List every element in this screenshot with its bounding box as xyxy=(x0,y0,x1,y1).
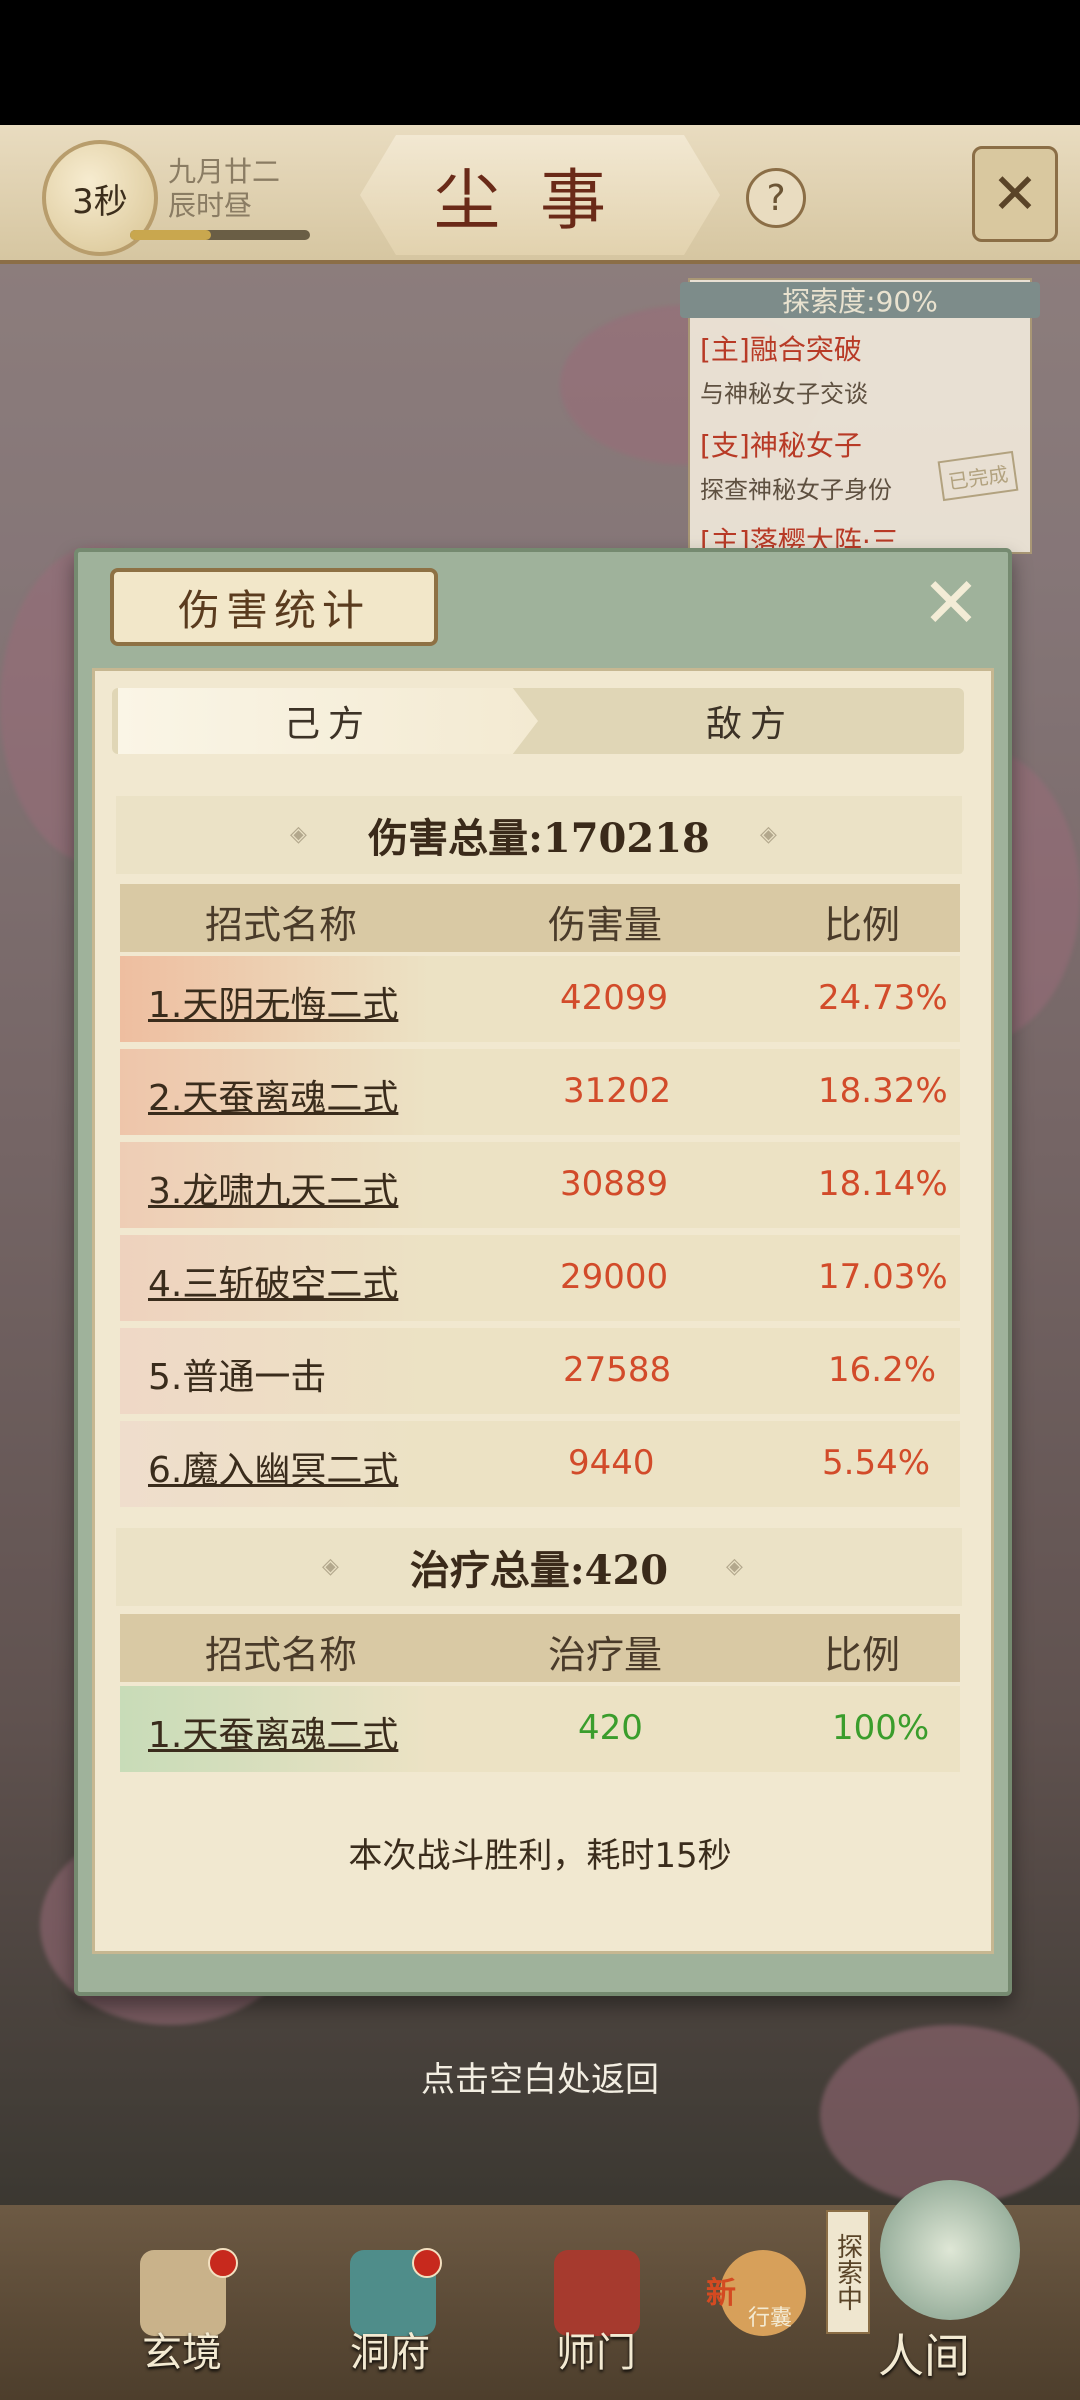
skill-name[interactable]: 3.龙啸九天二式 xyxy=(148,1162,398,1214)
column-header-amount: 治疗量 xyxy=(548,1633,663,1677)
new-badge: 新 xyxy=(706,2276,736,2311)
heal-ratio: 100% xyxy=(832,1708,930,1748)
skill-name[interactable]: 1.天阴无悔二式 xyxy=(148,976,398,1028)
column-header-ratio: 比例 xyxy=(824,1633,901,1677)
renjian-icon xyxy=(880,2180,1020,2320)
skill-name: 5.普通一击 xyxy=(148,1357,327,1398)
battle-result-text: 本次战斗胜利，耗时15秒 xyxy=(348,1836,732,1876)
damage-amount: 9440 xyxy=(568,1443,655,1483)
notification-dot xyxy=(208,2248,238,2278)
diamond-icon: ◈ xyxy=(290,822,307,847)
diamond-icon: ◈ xyxy=(760,822,777,847)
tap-to-return-hint[interactable]: 点击空白处返回 xyxy=(0,2052,1080,2101)
damage-ratio: 17.03% xyxy=(818,1257,948,1297)
diamond-icon: ◈ xyxy=(322,1554,339,1579)
damage-amount: 31202 xyxy=(563,1071,672,1111)
bag-label: 行囊 xyxy=(748,2306,793,2331)
skill-name[interactable]: 2.天蚕离魂二式 xyxy=(148,1069,398,1121)
tab-own-side[interactable]: 己方 xyxy=(118,688,538,754)
notification-dot xyxy=(412,2248,442,2278)
nav-shimen[interactable]: 师门 xyxy=(556,2320,636,2378)
skill-name[interactable]: 6.魔入幽冥二式 xyxy=(148,1441,398,1493)
damage-amount: 29000 xyxy=(560,1257,669,1297)
page-title: 尘事 xyxy=(360,135,720,255)
damage-total-title: 伤害总量:170218 xyxy=(116,796,962,874)
nav-dongfu[interactable]: 洞府 xyxy=(350,2320,430,2378)
exploring-badge: 探索中 xyxy=(826,2210,870,2334)
diamond-icon: ◈ xyxy=(726,1554,743,1579)
quest-title[interactable]: [主]融合突破 xyxy=(700,328,862,368)
heal-amount: 420 xyxy=(578,1708,643,1748)
close-icon[interactable]: ✕ xyxy=(972,146,1058,242)
nav-xuanjing[interactable]: 玄境 xyxy=(142,2320,222,2378)
damage-ratio: 24.73% xyxy=(818,978,948,1018)
column-header-ratio: 比例 xyxy=(824,903,901,947)
column-header-name: 招式名称 xyxy=(205,903,358,947)
column-header-name: 招式名称 xyxy=(205,1633,358,1677)
question-icon[interactable]: ? xyxy=(746,168,806,228)
column-header-amount: 伤害量 xyxy=(548,903,663,947)
damage-ratio: 18.14% xyxy=(818,1164,948,1204)
modal-title: 伤害统计 xyxy=(110,568,438,646)
nav-renjian[interactable]: 人间 xyxy=(878,2320,970,2386)
quest-desc: 与神秘女子交谈 xyxy=(700,380,868,408)
damage-amount: 30889 xyxy=(560,1164,669,1204)
quest-title[interactable]: [支]神秘女子 xyxy=(700,424,862,464)
time-of-day-label: 辰时昼 xyxy=(168,189,253,222)
damage-amount: 42099 xyxy=(560,978,669,1018)
time-progress-bar xyxy=(130,230,310,240)
quest-desc: 探查神秘女子身份 xyxy=(700,476,892,504)
damage-ratio: 18.32% xyxy=(818,1071,948,1111)
skill-name[interactable]: 4.三斩破空二式 xyxy=(148,1255,398,1307)
damage-amount: 27588 xyxy=(563,1350,672,1390)
tab-enemy-side[interactable]: 敌方 xyxy=(540,688,960,754)
close-icon[interactable]: ✕ xyxy=(916,562,986,644)
damage-ratio: 5.54% xyxy=(822,1443,931,1483)
heal-total-title: 治疗总量:420 xyxy=(116,1528,962,1606)
exploration-progress[interactable]: 探索度:90% xyxy=(680,282,1040,318)
skill-name[interactable]: 1.天蚕离魂二式 xyxy=(148,1706,398,1758)
damage-ratio: 16.2% xyxy=(828,1350,937,1390)
